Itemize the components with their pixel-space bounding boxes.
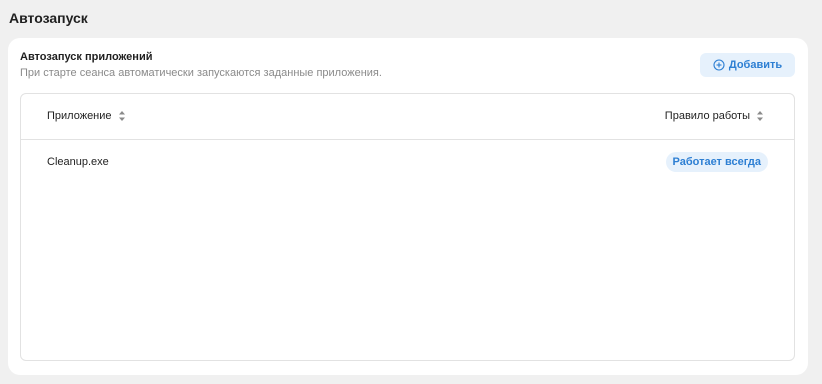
table-header: Приложение Правило работы bbox=[21, 94, 794, 140]
column-header-label: Правило работы bbox=[664, 110, 750, 122]
status-badge: Работает всегда bbox=[665, 152, 768, 172]
add-button-label: Добавить bbox=[728, 59, 783, 71]
app-name-cell: Cleanup.exe bbox=[47, 156, 109, 168]
card-subtitle: При старте сеанса автоматически запускаю… bbox=[20, 67, 382, 79]
plus-circle-icon bbox=[713, 59, 725, 71]
add-button[interactable]: Добавить bbox=[700, 53, 795, 77]
table-row[interactable]: Cleanup.exe Работает всегда bbox=[21, 140, 794, 184]
column-header-rule[interactable]: Правило работы bbox=[665, 110, 764, 122]
column-header-label: Приложение bbox=[47, 110, 112, 122]
sort-icon bbox=[118, 110, 126, 122]
autostart-table: Приложение Правило работы Cleanup.exe Ра… bbox=[20, 93, 795, 361]
autostart-card: Автозапуск приложений При старте сеанса … bbox=[8, 38, 808, 375]
column-header-app[interactable]: Приложение bbox=[47, 110, 126, 122]
card-title: Автозапуск приложений bbox=[20, 51, 153, 63]
sort-icon bbox=[756, 110, 764, 122]
page-title: Автозапуск bbox=[9, 10, 88, 26]
